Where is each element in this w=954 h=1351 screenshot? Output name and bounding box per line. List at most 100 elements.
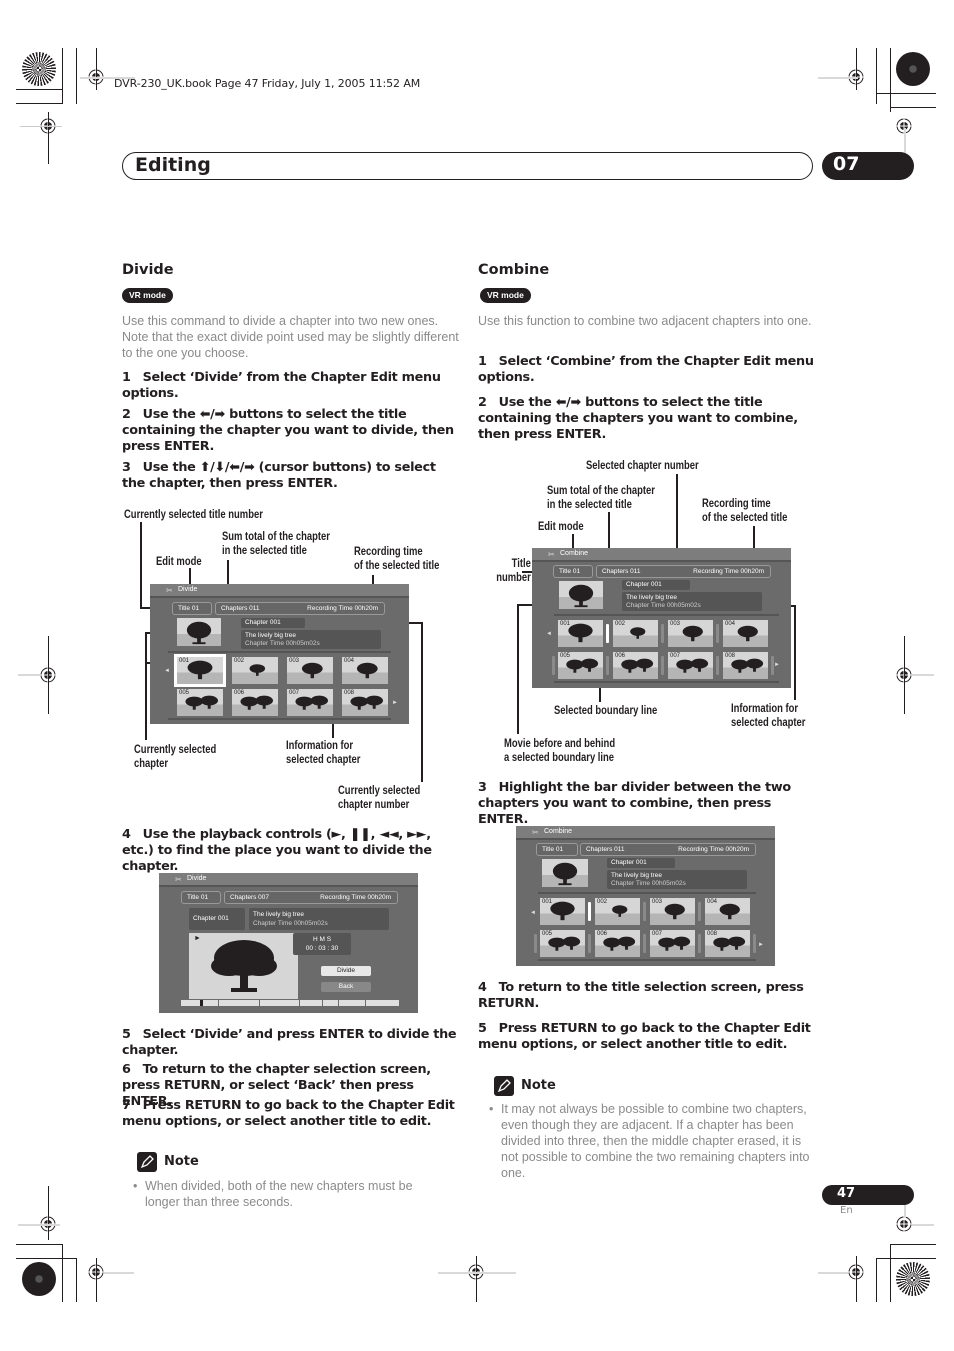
callout-selected-chapter-number: Selected chapter number — [586, 460, 699, 472]
combine-step-5: 5 Press RETURN to go back to the Chapter … — [478, 1021, 811, 1052]
chapter-thumbnail[interactable]: 008 — [705, 930, 750, 957]
callout-info: Information for selected chapter — [731, 703, 806, 729]
chapter-thumbnail[interactable]: 003 — [287, 657, 333, 684]
chapter-thumbnail[interactable]: 006 — [613, 652, 658, 679]
chapters-field: Chapters 007 Recording Time 00h20m — [224, 891, 398, 904]
scroll-left-arrow[interactable]: ◄ — [164, 668, 170, 674]
chapter-thumbnail[interactable]: 002 — [232, 657, 278, 684]
callout-boundary-line: Selected boundary line — [554, 705, 658, 717]
divide-step-4: 4 Use the playback controls (►, ❚❚, ◄◄, ►… — [122, 827, 432, 874]
timeline-position-marker[interactable] — [200, 1000, 203, 1006]
divide-step-3: 3 Use the ⬆/⬇/⬅/➡ (cursor buttons) to sel… — [122, 460, 436, 491]
chapter-thumbnail-number: 004 — [344, 658, 355, 664]
chapter-thumbnail-number: 004 — [707, 899, 718, 905]
back-button[interactable]: Back — [321, 982, 371, 992]
title-field[interactable]: Title 01 — [172, 602, 212, 615]
chapter-thumbnail[interactable]: 006 — [595, 930, 640, 957]
title-field[interactable]: Title 01 — [553, 565, 593, 578]
chapter-thumbnail[interactable]: 003 — [650, 898, 695, 925]
title-field[interactable]: Title 01 — [536, 843, 578, 856]
chapter-thumbnail[interactable]: 002 — [595, 898, 640, 925]
boundary-line[interactable] — [606, 656, 609, 675]
section-title-bar: Editing — [122, 152, 813, 180]
chapter-thumbnail[interactable]: 002 — [613, 620, 658, 647]
boundary-line[interactable] — [698, 934, 701, 953]
chapter-thumbnail[interactable]: 008 — [723, 652, 768, 679]
boundary-line[interactable] — [552, 656, 555, 675]
chapter-thumbnail[interactable]: 004 — [342, 657, 388, 684]
callout-info: Information for selected chapter — [286, 740, 361, 766]
chapter-thumbnail[interactable]: 006 — [232, 689, 278, 716]
chapter-thumbnail-number: 005 — [179, 690, 190, 696]
scroll-left-arrow[interactable]: ◄ — [546, 631, 552, 637]
boundary-line[interactable] — [661, 656, 664, 675]
chapter-thumbnail-number: 006 — [234, 690, 245, 696]
combine-note-item: • It may not always be possible to combin… — [489, 1102, 810, 1180]
chapter-thumbnail[interactable]: 001 — [540, 898, 585, 925]
chapter-thumbnail[interactable]: 007 — [287, 689, 333, 716]
boundary-line[interactable] — [534, 934, 537, 953]
chapter-thumbnail-number: 008 — [344, 690, 355, 696]
time-counter: H M S 00 : 03 : 30 — [293, 933, 351, 955]
selected-boundary-line[interactable] — [606, 624, 609, 643]
chapter-thumbnail[interactable]: 007 — [650, 930, 695, 957]
divide-note-heading: Note — [164, 1154, 199, 1169]
chapter-thumbnail[interactable]: 004 — [705, 898, 750, 925]
section-title: Editing — [135, 154, 211, 176]
edit-mode-icon: ✂ — [175, 875, 182, 884]
chapter-thumbnail[interactable]: 007 — [668, 652, 713, 679]
combine-chapter-screen: ✂ Combine Title 01 Chapters 011 Recording … — [532, 548, 791, 688]
boundary-line[interactable] — [753, 934, 756, 953]
edit-mode-label: Combine — [544, 828, 573, 835]
chapters-field: Chapters 011 Recording Time 00h20m — [215, 602, 385, 615]
edit-mode-label: Divide — [178, 586, 198, 593]
color-target-icon — [22, 1262, 56, 1296]
chapter-thumbnail[interactable]: 005 — [540, 930, 585, 957]
callout-sum-total: Sum total of the chapter in the selected … — [222, 531, 330, 557]
boundary-line[interactable] — [588, 934, 591, 953]
language-label: En — [840, 1205, 853, 1216]
chapter-thumbnail[interactable]: 001 — [174, 654, 226, 687]
chapter-number-field: Chapter 001 — [607, 858, 675, 868]
chapter-thumbnail[interactable]: 005 — [177, 689, 223, 716]
chapter-thumbnail[interactable]: 001 — [558, 620, 603, 647]
boundary-line[interactable] — [716, 624, 719, 643]
edit-mode-icon: ✂ — [548, 550, 555, 559]
print-info: DVR-230_UK.book Page 47 Friday, July 1, … — [114, 77, 421, 90]
page-number: 47 — [837, 1186, 856, 1201]
chapter-thumbnail[interactable]: 004 — [723, 620, 768, 647]
chapter-thumbnail[interactable]: 003 — [668, 620, 713, 647]
callout-chapter-number: Currently selected chapter number — [338, 785, 421, 811]
chapter-info-box: The lively big tree Chapter Time 00h05m02… — [622, 592, 762, 611]
chapter-thumbnail-number: 003 — [289, 658, 300, 664]
boundary-line[interactable] — [698, 902, 701, 921]
chapter-info-box: The lively big tree Chapter Time 00h05m02… — [607, 870, 747, 889]
boundary-line[interactable] — [643, 902, 646, 921]
chapter-number-field: Chapter 001 — [622, 580, 690, 590]
chapter-thumbnail[interactable]: 005 — [558, 652, 603, 679]
chapter-thumbnail-number: 003 — [670, 621, 681, 627]
title-field[interactable]: Title 01 — [181, 891, 221, 904]
scroll-right-arrow[interactable]: ► — [774, 662, 780, 668]
boundary-line[interactable] — [771, 656, 774, 675]
preview-thumbnail — [177, 618, 221, 646]
selected-boundary-line[interactable] — [588, 902, 591, 921]
chapter-thumbnail-number: 001 — [542, 899, 553, 905]
preview-thumbnail — [542, 859, 588, 887]
boundary-line[interactable] — [643, 934, 646, 953]
boundary-line[interactable] — [716, 656, 719, 675]
boundary-line[interactable] — [661, 624, 664, 643]
chapter-thumbnail[interactable]: 008 — [342, 689, 388, 716]
divide-chapter-screen: ✂ Divide Title 01 Chapters 011 Recording T… — [150, 584, 409, 724]
combine-heading: Combine — [478, 262, 550, 278]
scroll-right-arrow[interactable]: ► — [392, 700, 398, 706]
scroll-left-arrow[interactable]: ◄ — [530, 910, 536, 916]
playback-preview: ► — [189, 933, 298, 999]
chapter-timeline[interactable] — [181, 1000, 399, 1006]
chapter-info-box: The lively big tree Chapter Time 00h05m02… — [241, 630, 381, 649]
scroll-right-arrow[interactable]: ► — [758, 942, 764, 948]
chapter-thumbnail-number: 001 — [560, 621, 571, 627]
divide-button[interactable]: Divide — [321, 966, 371, 976]
divide-heading: Divide — [122, 262, 174, 278]
chapters-field: Chapters 011 Recording Time 00h20m — [580, 843, 756, 856]
